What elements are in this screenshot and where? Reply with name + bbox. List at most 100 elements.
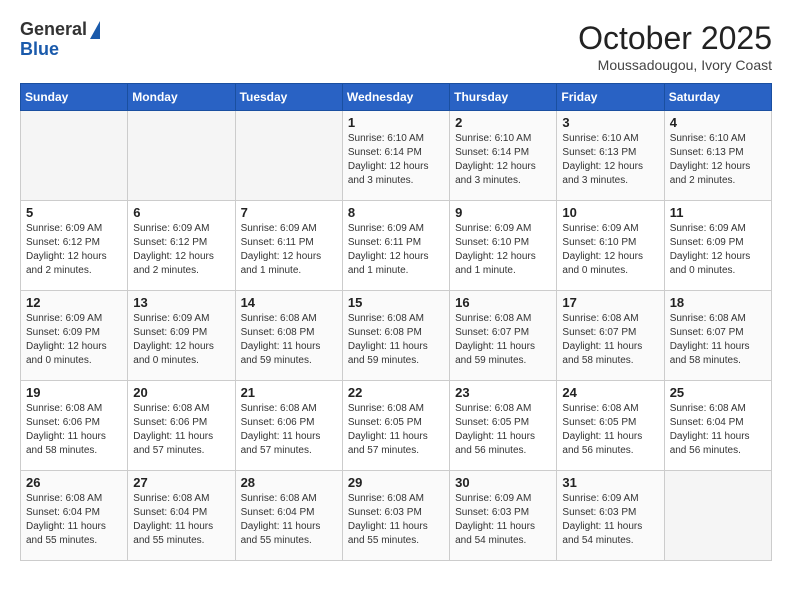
day-info: Sunrise: 6:08 AM Sunset: 6:04 PM Dayligh… [670,402,766,458]
day-number: 29 [348,475,444,490]
day-info: Sunrise: 6:08 AM Sunset: 6:07 PM Dayligh… [455,312,551,368]
day-number: 19 [26,385,122,400]
calendar-cell: 5 Sunrise: 6:09 AM Sunset: 6:12 PM Daylig… [21,201,128,291]
day-info: Sunrise: 6:08 AM Sunset: 6:03 PM Dayligh… [348,492,444,548]
day-info: Sunrise: 6:09 AM Sunset: 6:12 PM Dayligh… [26,222,122,278]
day-number: 6 [133,205,229,220]
day-number: 23 [455,385,551,400]
day-number: 22 [348,385,444,400]
day-info: Sunrise: 6:10 AM Sunset: 6:13 PM Dayligh… [670,132,766,188]
day-info: Sunrise: 6:09 AM Sunset: 6:03 PM Dayligh… [455,492,551,548]
weekday-header-cell: Wednesday [342,84,449,111]
calendar-cell: 14Sunrise: 6:08 AM Sunset: 6:08 PM Dayli… [235,291,342,381]
calendar-cell: 6Sunrise: 6:09 AM Sunset: 6:12 PM Daylig… [128,201,235,291]
day-info: Sunrise: 6:10 AM Sunset: 6:14 PM Dayligh… [455,132,551,188]
calendar-cell [21,111,128,201]
day-number: 13 [133,295,229,310]
day-info: Sunrise: 6:08 AM Sunset: 6:08 PM Dayligh… [348,312,444,368]
day-info: Sunrise: 6:08 AM Sunset: 6:08 PM Dayligh… [241,312,337,368]
calendar-cell: 23 Sunrise: 6:08 AM Sunset: 6:05 PM Dayli… [450,381,557,471]
day-number: 1 [348,115,444,130]
day-number: 27 [133,475,229,490]
calendar-title: October 2025 [578,20,772,57]
calendar-cell: 13 Sunrise: 6:09 AM Sunset: 6:09 PM Dayli… [128,291,235,381]
day-info: Sunrise: 6:09 AM Sunset: 6:11 PM Dayligh… [241,222,337,278]
weekday-header-cell: Sunday [21,84,128,111]
day-number: 3 [562,115,658,130]
day-number: 18 [670,295,766,310]
day-number: 15 [348,295,444,310]
day-info: Sunrise: 6:09 AM Sunset: 6:11 PM Dayligh… [348,222,444,278]
day-number: 24 [562,385,658,400]
calendar-cell: 19 Sunrise: 6:08 AM Sunset: 6:06 PM Dayli… [21,381,128,471]
day-number: 4 [670,115,766,130]
calendar-cell [128,111,235,201]
logo-general: General [20,19,87,39]
calendar-cell: 24Sunrise: 6:08 AM Sunset: 6:05 PM Dayli… [557,381,664,471]
calendar-cell: 17Sunrise: 6:08 AM Sunset: 6:07 PM Dayli… [557,291,664,381]
day-info: Sunrise: 6:09 AM Sunset: 6:09 PM Dayligh… [26,312,122,368]
day-number: 5 [26,205,122,220]
weekday-header-cell: Tuesday [235,84,342,111]
calendar-cell: 27 Sunrise: 6:08 AM Sunset: 6:04 PM Dayli… [128,471,235,561]
calendar-cell [664,471,771,561]
day-number: 7 [241,205,337,220]
calendar-week-row: 12 Sunrise: 6:09 AM Sunset: 6:09 PM Dayli… [21,291,772,381]
calendar-cell: 9Sunrise: 6:09 AM Sunset: 6:10 PM Daylig… [450,201,557,291]
calendar-cell: 25 Sunrise: 6:08 AM Sunset: 6:04 PM Dayli… [664,381,771,471]
day-info: Sunrise: 6:09 AM Sunset: 6:09 PM Dayligh… [670,222,766,278]
day-info: Sunrise: 6:08 AM Sunset: 6:06 PM Dayligh… [133,402,229,458]
calendar-cell: 3 Sunrise: 6:10 AM Sunset: 6:13 PM Daylig… [557,111,664,201]
logo-blue: Blue [20,39,59,59]
calendar-cell: 29 Sunrise: 6:08 AM Sunset: 6:03 PM Dayli… [342,471,449,561]
logo: General Blue [20,20,100,60]
day-number: 16 [455,295,551,310]
day-number: 9 [455,205,551,220]
day-number: 31 [562,475,658,490]
title-block: October 2025 Moussadougou, Ivory Coast [578,20,772,73]
day-info: Sunrise: 6:08 AM Sunset: 6:06 PM Dayligh… [241,402,337,458]
logo-icon [90,21,100,39]
day-number: 10 [562,205,658,220]
calendar-cell: 30 Sunrise: 6:09 AM Sunset: 6:03 PM Dayli… [450,471,557,561]
calendar-cell: 7 Sunrise: 6:09 AM Sunset: 6:11 PM Daylig… [235,201,342,291]
day-info: Sunrise: 6:09 AM Sunset: 6:10 PM Dayligh… [562,222,658,278]
day-number: 30 [455,475,551,490]
calendar-cell: 4 Sunrise: 6:10 AM Sunset: 6:13 PM Daylig… [664,111,771,201]
weekday-header-cell: Saturday [664,84,771,111]
calendar-week-row: 26 Sunrise: 6:08 AM Sunset: 6:04 PM Dayli… [21,471,772,561]
day-number: 21 [241,385,337,400]
calendar-cell: 1 Sunrise: 6:10 AM Sunset: 6:14 PM Daylig… [342,111,449,201]
calendar-cell: 22Sunrise: 6:08 AM Sunset: 6:05 PM Dayli… [342,381,449,471]
calendar-body: 1 Sunrise: 6:10 AM Sunset: 6:14 PM Daylig… [21,111,772,561]
day-info: Sunrise: 6:09 AM Sunset: 6:03 PM Dayligh… [562,492,658,548]
day-info: Sunrise: 6:10 AM Sunset: 6:13 PM Dayligh… [562,132,658,188]
calendar-cell: 11Sunrise: 6:09 AM Sunset: 6:09 PM Dayli… [664,201,771,291]
day-info: Sunrise: 6:10 AM Sunset: 6:14 PM Dayligh… [348,132,444,188]
day-info: Sunrise: 6:08 AM Sunset: 6:06 PM Dayligh… [26,402,122,458]
calendar-subtitle: Moussadougou, Ivory Coast [578,57,772,73]
calendar-cell: 16 Sunrise: 6:08 AM Sunset: 6:07 PM Dayli… [450,291,557,381]
calendar-cell: 8Sunrise: 6:09 AM Sunset: 6:11 PM Daylig… [342,201,449,291]
day-info: Sunrise: 6:08 AM Sunset: 6:05 PM Dayligh… [455,402,551,458]
calendar-cell: 20Sunrise: 6:08 AM Sunset: 6:06 PM Dayli… [128,381,235,471]
page-header: General Blue October 2025 Moussadougou, … [20,20,772,73]
calendar-cell: 28Sunrise: 6:08 AM Sunset: 6:04 PM Dayli… [235,471,342,561]
weekday-header-cell: Thursday [450,84,557,111]
day-info: Sunrise: 6:08 AM Sunset: 6:04 PM Dayligh… [241,492,337,548]
day-info: Sunrise: 6:08 AM Sunset: 6:04 PM Dayligh… [26,492,122,548]
day-number: 2 [455,115,551,130]
calendar-cell: 31 Sunrise: 6:09 AM Sunset: 6:03 PM Dayli… [557,471,664,561]
day-info: Sunrise: 6:09 AM Sunset: 6:09 PM Dayligh… [133,312,229,368]
calendar-week-row: 19 Sunrise: 6:08 AM Sunset: 6:06 PM Dayli… [21,381,772,471]
day-number: 25 [670,385,766,400]
calendar-table: SundayMondayTuesdayWednesdayThursdayFrid… [20,83,772,561]
day-info: Sunrise: 6:08 AM Sunset: 6:04 PM Dayligh… [133,492,229,548]
calendar-cell [235,111,342,201]
calendar-cell: 15 Sunrise: 6:08 AM Sunset: 6:08 PM Dayli… [342,291,449,381]
calendar-week-row: 5 Sunrise: 6:09 AM Sunset: 6:12 PM Daylig… [21,201,772,291]
logo-text: General Blue [20,20,100,60]
day-number: 26 [26,475,122,490]
calendar-cell: 18Sunrise: 6:08 AM Sunset: 6:07 PM Dayli… [664,291,771,381]
day-number: 12 [26,295,122,310]
